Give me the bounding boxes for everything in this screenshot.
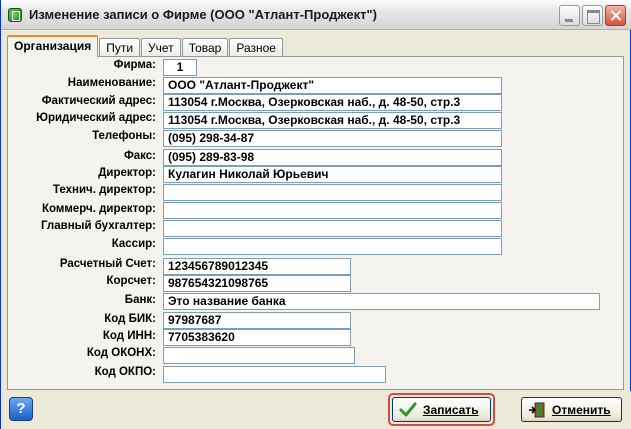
director-field[interactable]: Кулагин Николай Юрьевич [163, 166, 502, 183]
bank-label: Банк: [124, 294, 156, 306]
cancel-button[interactable]: Отменить [521, 397, 622, 422]
cancel-button-label: Отменить [552, 402, 611, 417]
tech-director-label: Технич. директор: [52, 184, 156, 196]
okonh-field[interactable] [163, 347, 355, 364]
director-label: Директор: [98, 167, 156, 179]
firm-label: Фирма: [113, 59, 156, 71]
phones-field[interactable]: (095) 298-34-87 [163, 130, 502, 147]
legal-address-field[interactable]: 113054 г.Москва, Озерковская наб., д. 48… [163, 112, 502, 129]
firm-number-field[interactable]: 1 [163, 59, 197, 76]
settlement-account-label: Расчетный Счет: [59, 258, 156, 270]
fax-label: Факс: [123, 150, 156, 162]
help-button[interactable]: ? [9, 397, 33, 421]
actual-address-field[interactable]: 113054 г.Москва, Озерковская наб., д. 48… [163, 94, 502, 111]
tab-goods[interactable]: Товар [181, 38, 229, 57]
inn-label: Код ИНН: [102, 330, 156, 342]
comm-director-label: Коммерч. директор: [41, 203, 156, 215]
app-icon [8, 8, 22, 22]
phones-label: Телефоны: [92, 130, 156, 142]
legal-address-label: Юридический адрес: [36, 112, 156, 124]
tab-paths[interactable]: Пути [99, 38, 141, 57]
chief-accountant-field[interactable] [163, 220, 502, 237]
tab-misc[interactable]: Разное [229, 38, 283, 57]
save-button-label: Записать [423, 402, 479, 417]
settlement-account-field[interactable]: 123456789012345 [163, 258, 351, 275]
tab-organization[interactable]: Организация [7, 35, 99, 57]
exit-door-icon [529, 402, 545, 417]
bik-label: Код БИК: [104, 313, 156, 325]
fax-field[interactable]: (095) 289-83-98 [163, 149, 502, 166]
maximize-button[interactable] [582, 5, 603, 26]
comm-director-field[interactable] [163, 202, 502, 219]
chief-accountant-label: Главный бухгалтер: [40, 220, 156, 232]
cashier-label: Кассир: [111, 238, 156, 250]
button-bar: ? Записать Отменить [1, 391, 631, 429]
close-button[interactable] [605, 5, 626, 26]
cashier-field[interactable] [163, 238, 502, 255]
okpo-field[interactable] [163, 366, 386, 383]
okpo-label: Код ОКПО: [94, 366, 156, 378]
tab-strip: Организация Пути Учет Товар Разное [7, 35, 284, 57]
name-label: Наименование: [67, 77, 156, 89]
bank-field[interactable]: Это название банка [163, 293, 600, 310]
tab-accounting[interactable]: Учет [141, 38, 181, 57]
save-button[interactable]: Записать [392, 397, 491, 422]
window-title: Изменение записи о Фирме (ООО "Атлант-Пр… [29, 7, 377, 22]
dialog-window: Изменение записи о Фирме (ООО "Атлант-Пр… [0, 0, 631, 429]
actual-address-label: Фактический адрес: [41, 95, 156, 107]
corr-account-field[interactable]: 987654321098765 [163, 275, 351, 292]
corr-account-label: Корсчет: [106, 275, 156, 287]
name-field[interactable]: ООО "Атлант-Проджект" [163, 77, 502, 94]
minimize-button[interactable] [559, 5, 580, 26]
inn-field[interactable]: 7705383620 [163, 329, 351, 346]
bik-field[interactable]: 97987687 [163, 312, 351, 329]
title-bar[interactable]: Изменение записи о Фирме (ООО "Атлант-Пр… [1, 0, 631, 30]
okonh-label: Код ОКОНХ: [86, 347, 156, 359]
checkmark-icon [399, 402, 417, 416]
tech-director-field[interactable] [163, 184, 502, 201]
